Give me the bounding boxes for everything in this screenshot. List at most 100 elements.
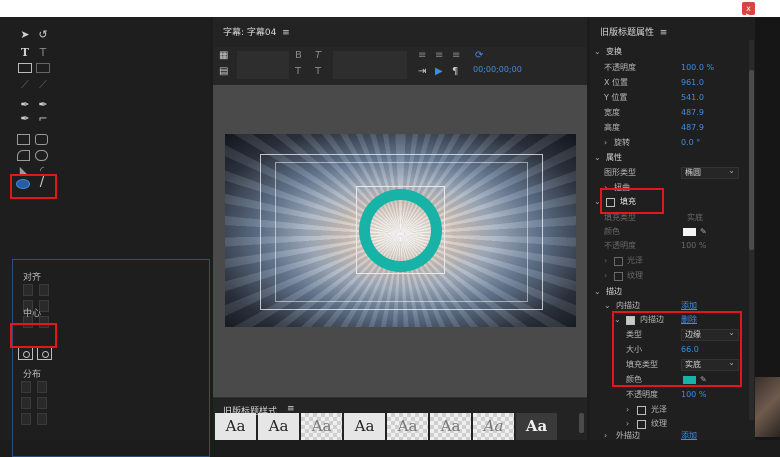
- vertical-area-type-tool-icon[interactable]: [36, 63, 50, 73]
- sync-icon[interactable]: ⟳: [475, 50, 483, 61]
- styles-scrollbar[interactable]: [579, 413, 584, 433]
- inner-stroke-highlight: [612, 311, 742, 387]
- stroke-texture-checkbox[interactable]: [637, 420, 646, 429]
- tab-stops-icon[interactable]: ⇥: [418, 66, 426, 77]
- distribute-top-icon[interactable]: [37, 397, 47, 409]
- template-icon[interactable]: ▤: [219, 66, 228, 77]
- font-family-select[interactable]: [237, 51, 289, 79]
- attributes-section[interactable]: ⌄ 属性: [590, 151, 755, 165]
- teal-ring-shape[interactable]: [359, 189, 442, 272]
- ypos-value[interactable]: 541.0: [681, 91, 704, 105]
- underline-icon[interactable]: T: [295, 66, 301, 77]
- chevron-right-icon[interactable]: ›: [626, 403, 629, 417]
- convert-anchor-tool-icon[interactable]: ⌐: [36, 113, 50, 125]
- width-value[interactable]: 487.9: [681, 106, 704, 120]
- rotate-tool-icon[interactable]: ↺: [36, 29, 50, 41]
- clipped-rect-tool-icon[interactable]: [17, 150, 30, 161]
- eyedropper-icon[interactable]: ✎: [700, 225, 707, 239]
- xpos-row: X 位置 961.0: [590, 76, 755, 90]
- fill-color-swatch[interactable]: [683, 228, 696, 236]
- stroke-sheen-checkbox[interactable]: [637, 406, 646, 415]
- style-swatch[interactable]: Aa: [258, 413, 299, 440]
- style-swatch[interactable]: Aa: [430, 413, 471, 440]
- align-center-h-icon[interactable]: [39, 284, 49, 296]
- rectangle-tool-icon[interactable]: [17, 134, 30, 145]
- roll-crawl-icon[interactable]: ▦: [219, 50, 228, 61]
- paragraph-icon[interactable]: ¶: [452, 66, 458, 77]
- vertical-path-type-tool-icon[interactable]: ⟋: [36, 79, 50, 91]
- video-frame[interactable]: [225, 134, 576, 327]
- texture-checkbox[interactable]: [614, 272, 623, 281]
- chevron-right-icon[interactable]: ›: [604, 429, 607, 440]
- sheen-checkbox[interactable]: [614, 257, 623, 266]
- center-vertical-icon[interactable]: [37, 347, 52, 360]
- height-value[interactable]: 487.9: [681, 121, 704, 135]
- delete-anchor-tool-icon[interactable]: ✒: [36, 99, 50, 111]
- rotation-value[interactable]: 0.0 °: [681, 136, 700, 150]
- distribute-title: 分布: [23, 370, 42, 380]
- scroll-thumb[interactable]: [749, 70, 754, 250]
- style-swatch[interactable]: Aa: [516, 413, 557, 440]
- style-swatch[interactable]: Aa: [215, 413, 256, 440]
- size-icon[interactable]: T: [315, 66, 321, 77]
- background-timeline-strip: [755, 17, 780, 440]
- distribute-center-icon[interactable]: [37, 381, 47, 393]
- add-anchor-tool-icon[interactable]: ✒: [18, 113, 32, 125]
- shape-type-row: 图形类型 椭圆: [590, 166, 755, 180]
- distribute-right-icon[interactable]: [21, 397, 31, 409]
- fill-opacity-value[interactable]: 100 %: [681, 239, 706, 253]
- style-swatch[interactable]: Aa: [344, 413, 385, 440]
- canvas-area: [213, 85, 587, 397]
- style-swatch[interactable]: Aa: [473, 413, 514, 440]
- xpos-value[interactable]: 961.0: [681, 76, 704, 90]
- vertical-type-tool-icon[interactable]: T: [36, 47, 50, 59]
- align-center-text-icon[interactable]: ≡: [435, 50, 443, 61]
- path-type-tool-icon[interactable]: ⟋: [18, 79, 32, 91]
- ellipse-line-highlight: [10, 174, 57, 199]
- show-video-icon[interactable]: ▶: [435, 66, 443, 77]
- pen-tool-icon[interactable]: ✒: [18, 99, 32, 111]
- bold-icon[interactable]: B: [295, 50, 302, 61]
- rounded-rect-tool-icon[interactable]: [35, 134, 48, 145]
- chevron-right-icon[interactable]: ›: [604, 136, 607, 150]
- font-style-select[interactable]: [333, 51, 407, 79]
- stroke-opacity-value[interactable]: 100 %: [681, 388, 706, 402]
- chevron-down-icon[interactable]: ⌄: [604, 299, 611, 313]
- stroke-section[interactable]: ⌄ 描边: [590, 285, 755, 299]
- timecode[interactable]: 00;00;00;00: [473, 65, 522, 74]
- transform-section[interactable]: ⌄ 变换: [590, 45, 755, 59]
- rotation-label: 旋转: [614, 138, 630, 147]
- align-left-icon[interactable]: [23, 284, 33, 296]
- chevron-right-icon[interactable]: ›: [604, 254, 607, 268]
- type-tool-icon[interactable]: T: [18, 47, 32, 59]
- fill-type-value[interactable]: 实底: [687, 211, 703, 225]
- outer-stroke-label: 外描边: [616, 431, 640, 440]
- align-left-text-icon[interactable]: ≡: [418, 50, 426, 61]
- align-right-text-icon[interactable]: ≡: [452, 50, 460, 61]
- area-type-tool-icon[interactable]: [18, 63, 32, 73]
- distribute-left-icon[interactable]: [21, 381, 31, 393]
- distribute-middle-icon[interactable]: [21, 413, 31, 425]
- properties-scrollbar[interactable]: [749, 40, 754, 420]
- outer-stroke-add-link[interactable]: 添加: [681, 429, 697, 440]
- center-title: 中心: [23, 309, 42, 319]
- title-toolbar: ▦ ▤ B T T T ≡ ≡ ≡ ⇥ ▶ ¶ ⟳ 00;00;00;00: [213, 47, 587, 85]
- rounded-corner-tool-icon[interactable]: [35, 150, 48, 161]
- width-row: 宽度 487.9: [590, 106, 755, 120]
- distribute-bottom-icon[interactable]: [37, 413, 47, 425]
- tab-title-label: 字幕: 字幕04: [223, 28, 277, 38]
- properties-panel: 旧版标题属性 ≡ ⌄ 变换 不透明度 100.0 % X 位置 961.0 Y 位置…: [590, 17, 755, 440]
- fill-texture-row: › 纹理: [590, 269, 755, 283]
- style-swatch[interactable]: Aa: [301, 413, 342, 440]
- chevron-right-icon[interactable]: ›: [604, 269, 607, 283]
- fill-color-row: 颜色 ✎: [590, 225, 755, 239]
- tab-title[interactable]: 字幕: 字幕04 ≡: [223, 25, 290, 38]
- italic-icon[interactable]: T: [315, 50, 321, 61]
- center-horizontal-icon[interactable]: [18, 347, 33, 360]
- shape-type-select[interactable]: 椭圆: [681, 166, 739, 179]
- style-swatch[interactable]: Aa: [387, 413, 428, 440]
- opacity-value[interactable]: 100.0 %: [681, 61, 714, 75]
- fill-type-label: 填充类型: [604, 213, 636, 222]
- selection-tool-icon[interactable]: ➤: [18, 29, 32, 41]
- ypos-label: Y 位置: [604, 93, 628, 102]
